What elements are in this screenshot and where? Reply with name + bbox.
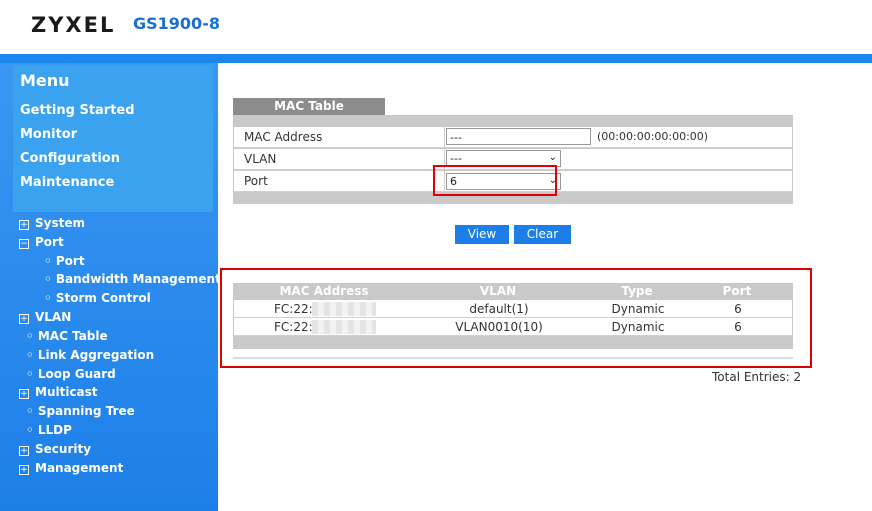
menu-item-getting-started[interactable]: Getting Started xyxy=(20,103,135,118)
mac-address-input[interactable]: --- xyxy=(446,128,591,145)
menu-item-maintenance[interactable]: Maintenance xyxy=(20,175,114,190)
tree-item-link-aggregation[interactable]: ◦ Link Aggregation xyxy=(26,348,154,362)
header: ZYXEL GS1900-8 xyxy=(0,0,872,54)
tree-subitem-storm-control[interactable]: ◦ Storm Control xyxy=(44,291,151,305)
tree-item-security[interactable]: + Security xyxy=(19,442,91,456)
menu-title: Menu xyxy=(20,71,70,90)
bullet-icon: ◦ xyxy=(44,254,56,268)
expand-icon: + xyxy=(19,314,29,324)
tree-item-multicast[interactable]: + Multicast xyxy=(19,385,98,399)
table-highlight-box xyxy=(220,268,812,368)
vlan-label: VLAN xyxy=(244,152,277,166)
port-label: Port xyxy=(244,174,268,188)
brand-logo: ZYXEL xyxy=(31,13,116,37)
tab-mac-table[interactable]: MAC Table xyxy=(233,98,385,115)
port-highlight-box xyxy=(433,165,557,196)
tree-item-spanning-tree[interactable]: ◦ Spanning Tree xyxy=(26,404,135,418)
bullet-icon: ◦ xyxy=(26,423,38,437)
tree-item-system[interactable]: + System xyxy=(19,216,85,230)
chevron-down-icon: ⌄ xyxy=(548,152,557,163)
bullet-icon: ◦ xyxy=(26,348,38,362)
model-name: GS1900-8 xyxy=(133,14,220,33)
bullet-icon: ◦ xyxy=(44,272,56,286)
bullet-icon: ◦ xyxy=(26,404,38,418)
menu-item-monitor[interactable]: Monitor xyxy=(20,127,77,142)
collapse-icon: − xyxy=(19,239,29,249)
tree-subitem-bandwidth-management[interactable]: ◦ Bandwidth Management xyxy=(44,272,221,286)
view-button[interactable]: View xyxy=(455,225,509,244)
expand-icon: + xyxy=(19,465,29,475)
menu-box: Menu Getting Started Monitor Configurati… xyxy=(13,65,213,212)
total-entries: Total Entries: 2 xyxy=(712,370,802,384)
tree-item-management[interactable]: + Management xyxy=(19,461,123,475)
tree-item-mac-table[interactable]: ◦ MAC Table xyxy=(26,329,108,343)
bullet-icon: ◦ xyxy=(44,291,56,305)
mac-address-row: MAC Address --- (00:00:00:00:00:00) xyxy=(234,127,792,148)
tree-item-loop-guard[interactable]: ◦ Loop Guard xyxy=(26,367,116,381)
mac-format-hint: (00:00:00:00:00:00) xyxy=(597,130,709,143)
expand-icon: + xyxy=(19,446,29,456)
tree-subitem-port[interactable]: ◦ Port xyxy=(44,254,85,268)
tree-item-vlan[interactable]: + VLAN xyxy=(19,310,71,324)
top-accent-bar xyxy=(0,54,872,63)
expand-icon: + xyxy=(19,389,29,399)
tree-item-port[interactable]: − Port xyxy=(19,235,64,249)
expand-icon: + xyxy=(19,220,29,230)
tree-item-lldp[interactable]: ◦ LLDP xyxy=(26,423,72,437)
sidebar: Menu Getting Started Monitor Configurati… xyxy=(0,63,221,511)
bullet-icon: ◦ xyxy=(26,329,38,343)
row-divider xyxy=(444,127,445,147)
main-content: MAC Table MAC Address --- (00:00:00:00:0… xyxy=(218,63,872,511)
mac-address-label: MAC Address xyxy=(244,130,323,144)
menu-item-configuration[interactable]: Configuration xyxy=(20,151,120,166)
clear-button[interactable]: Clear xyxy=(514,225,571,244)
bullet-icon: ◦ xyxy=(26,367,38,381)
